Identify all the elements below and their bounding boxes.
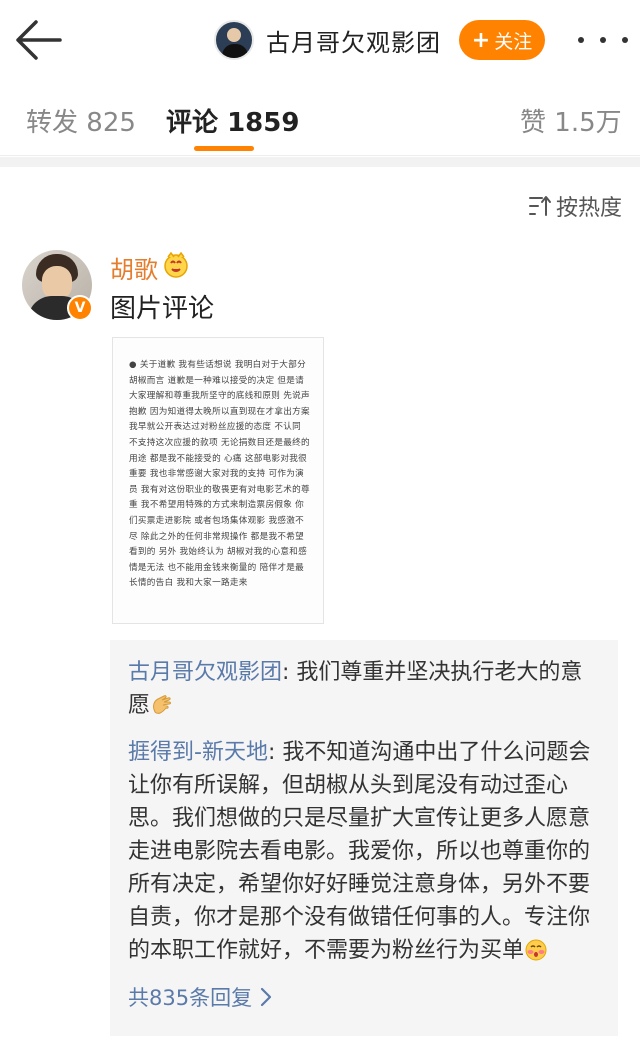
reply-thread: 古月哥欠观影团: 我们尊重并坚决执行老大的意愿 捱得到-新天地: 我不知道沟通中…: [110, 640, 618, 1036]
reply-author[interactable]: 古月哥欠观影团: [128, 660, 282, 685]
member-crown-icon: [162, 251, 190, 278]
reply-item[interactable]: 古月哥欠观影团: 我们尊重并坚决执行老大的意愿: [128, 656, 600, 722]
more-options-icon[interactable]: [578, 28, 628, 52]
page-header[interactable]: 古月哥欠观影团: [214, 17, 441, 63]
reply-item[interactable]: 捱得到-新天地: 我不知道沟通中出了什么问题会让你有所误解，但胡椒从头到尾没有动…: [128, 736, 600, 967]
chevron-right-icon: [260, 987, 272, 1007]
tab-bar: 转发 825 评论 1859 赞 1.5万: [0, 80, 640, 156]
tab-likes-count: 1.5万: [554, 108, 622, 138]
top-bar: 古月哥欠观影团 + 关注: [0, 0, 640, 80]
image-text: ● 关于道歉 我有些话想说 我明白对于大部分胡椒而言 道歉是一种难以接受的决定 …: [129, 360, 310, 589]
comment-text: 图片评论: [110, 294, 215, 324]
tab-reposts-count: 825: [86, 108, 136, 138]
comment-image[interactable]: ● 关于道歉 我有些话想说 我明白对于大部分胡椒而言 道歉是一种难以接受的决定 …: [112, 337, 324, 624]
view-all-replies-link[interactable]: 共835条回复: [128, 982, 272, 1012]
blush-face-emoji-icon: [524, 938, 548, 961]
tab-comments[interactable]: 评论 1859: [166, 102, 299, 139]
tab-likes-label: 赞: [520, 108, 547, 138]
reply-separator: :: [282, 660, 297, 685]
page-title: 古月哥欠观影团: [266, 28, 441, 57]
active-tab-indicator: [194, 146, 254, 151]
commenter-name[interactable]: 胡歌: [110, 250, 158, 285]
verified-badge: V: [67, 295, 93, 321]
reply-author[interactable]: 捱得到-新天地: [128, 740, 268, 765]
sort-label: 按热度: [556, 196, 623, 221]
sort-toggle[interactable]: 按热度: [528, 190, 622, 222]
tab-comments-count: 1859: [227, 108, 300, 138]
sort-icon: [529, 196, 551, 216]
tab-reposts-label: 转发: [26, 108, 79, 138]
section-divider: [0, 157, 640, 167]
account-avatar[interactable]: [214, 20, 254, 60]
more-replies-label: 共835条回复: [128, 986, 253, 1010]
back-arrow-icon[interactable]: [14, 18, 64, 62]
reply-text: 我不知道沟通中出了什么问题会让你有所误解，但胡椒从头到尾没有动过歪心思。我们想做…: [128, 740, 591, 963]
clap-hands-emoji-icon: [150, 693, 174, 715]
tab-comments-label: 评论: [166, 108, 219, 138]
follow-label: 关注: [494, 30, 533, 53]
plus-icon: +: [471, 27, 491, 53]
follow-button[interactable]: + 关注: [459, 20, 545, 60]
reply-separator: :: [267, 740, 283, 765]
tab-reposts[interactable]: 转发 825: [26, 102, 136, 139]
tab-likes[interactable]: 赞 1.5万: [520, 102, 622, 139]
